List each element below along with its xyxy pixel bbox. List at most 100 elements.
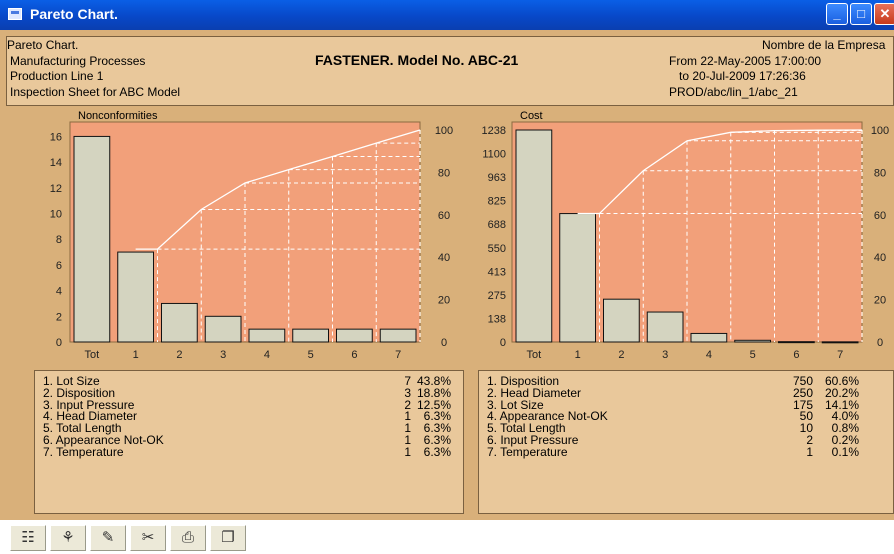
print-button[interactable]: ⎙ <box>170 525 206 551</box>
nc-bar <box>336 328 373 343</box>
report-department: Manufacturing Processes <box>10 54 146 68</box>
nc-category-label: 7 <box>395 349 401 361</box>
cost-right-tick: 0 <box>877 337 883 349</box>
minimize-button[interactable]: _ <box>826 3 848 25</box>
window-title: Pareto Chart. <box>30 6 118 22</box>
nc-right-tick: 80 <box>438 167 450 179</box>
cost-left-tick: 1238 <box>482 125 506 137</box>
edit-button[interactable]: ✎ <box>90 525 126 551</box>
filter-button[interactable]: ⚘ <box>50 525 86 551</box>
window-titlebar: Pareto Chart. _ □ ✕ <box>0 0 894 30</box>
nc-category-label: 6 <box>351 349 357 361</box>
row-label: 7. Temperature <box>487 444 568 459</box>
nc-bar <box>379 328 417 343</box>
nc-left-tick: 14 <box>50 157 62 169</box>
cost-right-tick: 100 <box>871 125 889 137</box>
cost-right-tick: 20 <box>874 295 886 307</box>
nc-right-tick: 20 <box>438 295 450 307</box>
report-header: Pareto Chart. Manufacturing Processes Pr… <box>6 36 894 106</box>
nc-bar <box>73 135 111 343</box>
cost-right-tick: 80 <box>874 167 886 179</box>
table-row: 7. Temperature 1 0.1% <box>487 445 894 459</box>
row-count: 1 <box>806 444 813 459</box>
company-name: Nombre de la Empresa <box>762 38 886 52</box>
copy-icon: ❐ <box>221 529 235 546</box>
cost-category-label: 3 <box>662 349 668 361</box>
cost-category-label: 2 <box>618 349 624 361</box>
cost-table: 1. Disposition 750 60.6% 2. Head Diameter 25… <box>478 370 894 514</box>
nc-left-tick: 16 <box>50 131 62 143</box>
cost-left-tick: 1100 <box>482 149 506 161</box>
pen-icon: ✎ <box>101 529 115 546</box>
nc-left-tick: 8 <box>56 234 62 246</box>
pareto-charts: Nonconformities0246810121416020406080100… <box>50 110 889 361</box>
nc-bar <box>292 328 329 343</box>
cost-left-tick: 550 <box>488 243 506 255</box>
cost-left-tick: 0 <box>500 337 506 349</box>
date-to: to 20-Jul-2009 17:26:36 <box>679 69 806 83</box>
cost-bar <box>734 339 771 343</box>
cost-category-label: 1 <box>575 349 581 361</box>
nc-right-tick: 100 <box>435 125 453 137</box>
maximize-button[interactable]: □ <box>850 3 872 25</box>
cost-left-tick: 275 <box>488 290 506 302</box>
cost-category-label: Tot <box>527 349 542 361</box>
row-label: 7. Temperature <box>43 444 124 459</box>
nc-category-label: 5 <box>308 349 314 361</box>
row-percent: 0.1% <box>831 444 859 459</box>
nc-left-tick: 0 <box>56 337 62 349</box>
nc-left-tick: 12 <box>50 183 62 195</box>
nc-chart-title: Nonconformities <box>78 110 158 122</box>
nc-category-label: Tot <box>85 349 100 361</box>
cost-bar <box>559 213 596 343</box>
nc-right-tick: 60 <box>438 210 450 222</box>
nc-category-label: 2 <box>176 349 182 361</box>
nc-bar <box>117 251 154 343</box>
nc-category-label: 4 <box>264 349 270 361</box>
cost-left-tick: 413 <box>488 266 506 278</box>
cost-category-label: 7 <box>837 349 843 361</box>
cost-left-tick: 138 <box>488 313 506 325</box>
nc-bar <box>248 328 286 343</box>
properties-icon: ☷ <box>21 529 35 546</box>
cost-left-tick: 825 <box>488 196 506 208</box>
close-button[interactable]: ✕ <box>874 3 894 25</box>
report-path: PROD/abc/lin_1/abc_21 <box>669 85 798 99</box>
cost-right-tick: 40 <box>874 252 886 264</box>
table-row: 7. Temperature 1 6.3% <box>43 445 453 459</box>
filter-icon: ⚘ <box>61 529 75 546</box>
nc-bar <box>161 302 198 343</box>
cost-left-tick: 688 <box>488 219 506 231</box>
report-type: Pareto Chart. <box>7 38 79 52</box>
cost-category-label: 5 <box>750 349 756 361</box>
nc-left-tick: 10 <box>50 209 62 221</box>
properties-button[interactable]: ☷ <box>10 525 46 551</box>
nc-category-label: 3 <box>220 349 226 361</box>
cost-left-tick: 963 <box>488 172 506 184</box>
report-title: FASTENER. Model No. ABC-21 <box>315 52 519 68</box>
cost-bar <box>690 332 728 343</box>
tools-button[interactable]: ✂ <box>130 525 166 551</box>
row-percent: 6.3% <box>423 444 451 459</box>
cost-category-label: 6 <box>793 349 799 361</box>
nc-left-tick: 2 <box>56 311 62 323</box>
cost-bar <box>821 341 859 344</box>
nc-left-tick: 6 <box>56 260 62 272</box>
copy-button[interactable]: ❐ <box>210 525 246 551</box>
nc-right-tick: 0 <box>441 337 447 349</box>
nc-bar <box>204 315 242 343</box>
date-from: From 22-May-2005 17:00:00 <box>669 54 822 68</box>
report-line: Production Line 1 <box>10 69 104 83</box>
cost-bar <box>603 298 640 343</box>
app-icon <box>8 8 22 20</box>
cost-bar <box>646 311 684 343</box>
tools-icon: ✂ <box>141 529 155 546</box>
cost-bar <box>515 129 553 343</box>
nc-category-label: 1 <box>133 349 139 361</box>
cost-category-label: 4 <box>706 349 712 361</box>
nc-right-tick: 40 <box>438 252 450 264</box>
cost-chart-title: Cost <box>520 110 543 122</box>
cost-right-tick: 60 <box>874 210 886 222</box>
nc-left-tick: 4 <box>56 286 62 298</box>
printer-icon: ⎙ <box>181 529 194 546</box>
